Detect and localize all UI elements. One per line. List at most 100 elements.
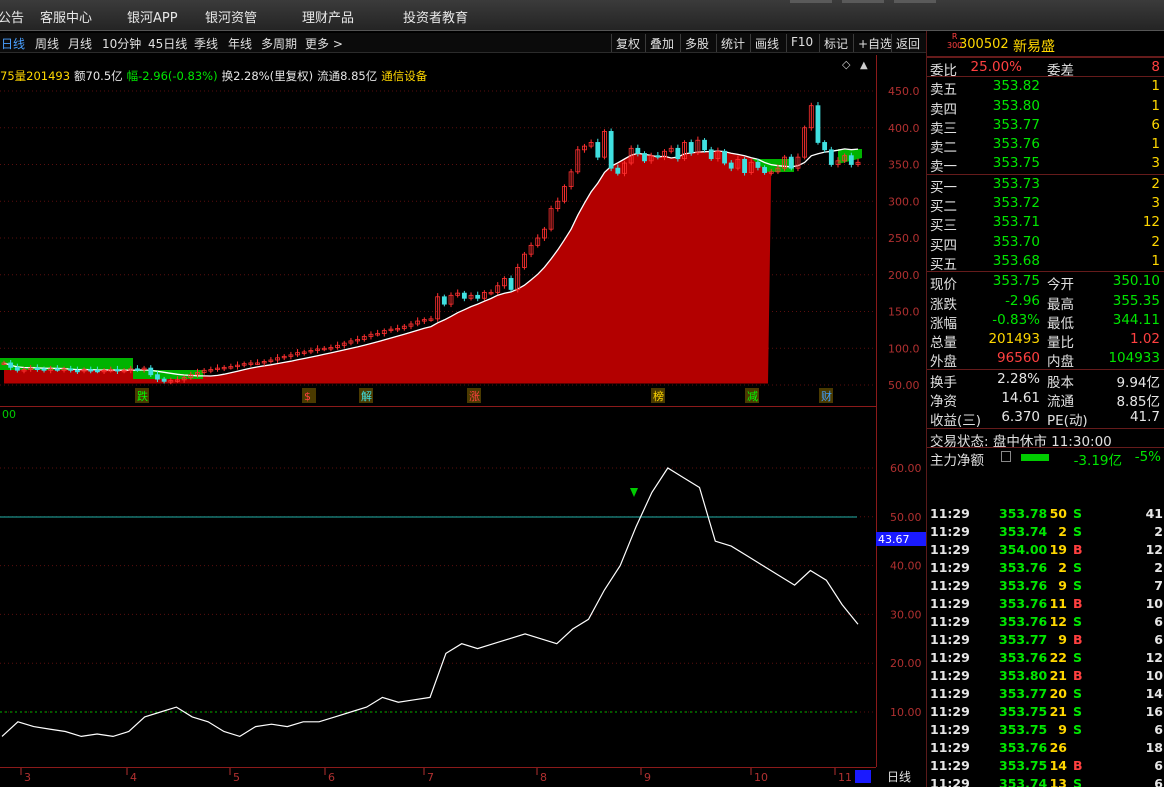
stock-chart[interactable]: 450.0 400.0 350.0 300.0 250.0 200.0 150.0 100.0…: [0, 0, 926, 787]
list-icon[interactable]: [1001, 450, 1011, 462]
ask-label: 卖一: [930, 159, 957, 176]
stock-name[interactable]: 新易盛: [1013, 36, 1055, 56]
date-tick-label: 8: [540, 771, 547, 784]
stat2-row: 净资 14.61 流通 8.85亿: [927, 389, 1164, 411]
tick-volume: 26: [1049, 740, 1067, 755]
stat-label: 量比: [1047, 335, 1074, 352]
tick-time: 11:29: [930, 650, 970, 665]
candle-body: [41, 368, 47, 371]
candle-body: [822, 142, 828, 151]
stat-label: 流通: [1047, 394, 1074, 411]
bid-row: 买一 353.73 2: [927, 175, 1164, 196]
candle-body: [115, 369, 120, 372]
event-marker[interactable]: 减: [747, 390, 758, 403]
tick-count: 2: [1154, 560, 1163, 575]
stat-label: 最高: [1047, 296, 1074, 313]
tick-row: 11:29 353.76 26 18: [927, 739, 1164, 757]
tick-volume: 2: [1058, 560, 1067, 575]
tick-volume: 22: [1049, 650, 1067, 665]
tick-time: 11:29: [930, 686, 970, 701]
tick-count: 12: [1145, 542, 1163, 557]
scroll-indicator[interactable]: [855, 770, 871, 783]
candle-body: [461, 292, 467, 299]
candle-body: [74, 369, 80, 373]
price-tick-label: 150.0: [888, 306, 920, 319]
indicator-tick-label: 40.00: [890, 560, 922, 573]
tick-count: 6: [1154, 632, 1163, 647]
stat-value: 96560: [997, 350, 1040, 367]
price-tick-label: 400.0: [888, 122, 920, 135]
tick-count: 6: [1154, 722, 1163, 737]
weibi-value: 25.00%: [970, 59, 1022, 75]
tick-volume: 2: [1058, 524, 1067, 539]
stat-value: 2.28%: [997, 370, 1040, 387]
tick-time: 11:29: [930, 596, 970, 611]
candle-body: [742, 158, 747, 173]
stat-row: 现价 353.75 今开 350.10: [927, 272, 1164, 294]
weibi-row: 委比 25.00% 委差 8: [927, 57, 1164, 79]
main-net-bar: [1021, 453, 1049, 461]
price-tick-label: 450.0: [888, 85, 920, 98]
tick-list: 11:29 353.78 50 S 41 11:29 353.74 2 S 2 11:29 354.0…: [927, 505, 1164, 787]
price-tick-label: 50.00: [888, 379, 920, 392]
tick-time: 11:29: [930, 614, 970, 629]
indicator-label: 00: [2, 408, 16, 421]
stat-label: PE(动): [1047, 413, 1088, 430]
tick-row: 11:29 353.74 2 S 2: [927, 523, 1164, 541]
tick-count: 10: [1145, 596, 1163, 611]
bid-list: 买一 353.73 2 买二 353.72 3 买三 353.71 12 买四 353.70 2 买五 3…: [927, 173, 1164, 273]
tick-price: 353.76: [999, 578, 1048, 593]
date-tick-label: 10: [754, 771, 768, 784]
candle-body: [68, 368, 74, 371]
candle-body: [595, 142, 601, 158]
tick-row: 11:29 353.75 14 B 6: [927, 757, 1164, 775]
event-marker[interactable]: 榜: [653, 389, 664, 403]
stat-row: 涨跌 -2.96 最高 355.35: [927, 292, 1164, 313]
tick-side: S: [1073, 650, 1083, 665]
tick-volume: 14: [1049, 758, 1067, 773]
tick-row: 11:29 353.76 11 B 10: [927, 595, 1164, 613]
tick-price: 354.00: [999, 542, 1048, 557]
tick-count: 16: [1145, 704, 1163, 719]
tick-time: 11:29: [930, 758, 970, 773]
tick-volume: 9: [1058, 722, 1067, 737]
tick-time: 11:29: [930, 704, 970, 719]
candle-body: [755, 161, 761, 168]
tick-side: S: [1073, 524, 1083, 539]
tick-time: 11:29: [930, 632, 970, 647]
stat-value: -2.96: [1005, 292, 1040, 309]
bid-label: 买二: [930, 199, 957, 216]
candle-body: [828, 149, 834, 165]
indicator-line: [1, 467, 859, 738]
event-marker[interactable]: 财: [821, 389, 832, 403]
tick-row: 11:29 353.76 12 S 6: [927, 613, 1164, 631]
main-net-row: 主力净额 -3.19亿 -5%: [927, 446, 1164, 469]
bid-volume: 2: [1151, 233, 1160, 250]
stat-value: 1.02: [1129, 331, 1160, 348]
period-label: 日线: [887, 770, 911, 784]
candle-body: [135, 368, 140, 371]
indicator-tick-label: 50.00: [890, 511, 922, 524]
bid-volume: 3: [1151, 195, 1160, 212]
tick-time: 11:29: [930, 722, 970, 737]
stat-label: 现价: [930, 277, 957, 294]
stock-code[interactable]: 300502: [959, 37, 1009, 52]
indicator-tick-label: 20.00: [890, 657, 922, 670]
event-marker[interactable]: 涨: [469, 390, 480, 403]
bid-price: 353.71: [992, 214, 1040, 231]
event-marker[interactable]: $: [304, 390, 311, 403]
tick-time: 11:29: [930, 560, 970, 575]
event-marker[interactable]: 解: [361, 389, 372, 403]
tick-side: S: [1073, 776, 1083, 787]
event-marker[interactable]: 跌: [137, 389, 148, 403]
tick-time: 11:29: [930, 542, 970, 557]
tick-row: 11:29 353.77 9 B 6: [927, 631, 1164, 649]
stat-value: 104933: [1108, 350, 1160, 367]
candle-body: [161, 378, 167, 382]
bid-volume: 1: [1151, 252, 1160, 269]
candle-body: [54, 368, 60, 371]
tick-side: B: [1073, 596, 1083, 611]
candle-body: [95, 369, 100, 373]
tick-price: 353.75: [999, 704, 1048, 719]
tick-count: 10: [1145, 668, 1163, 683]
